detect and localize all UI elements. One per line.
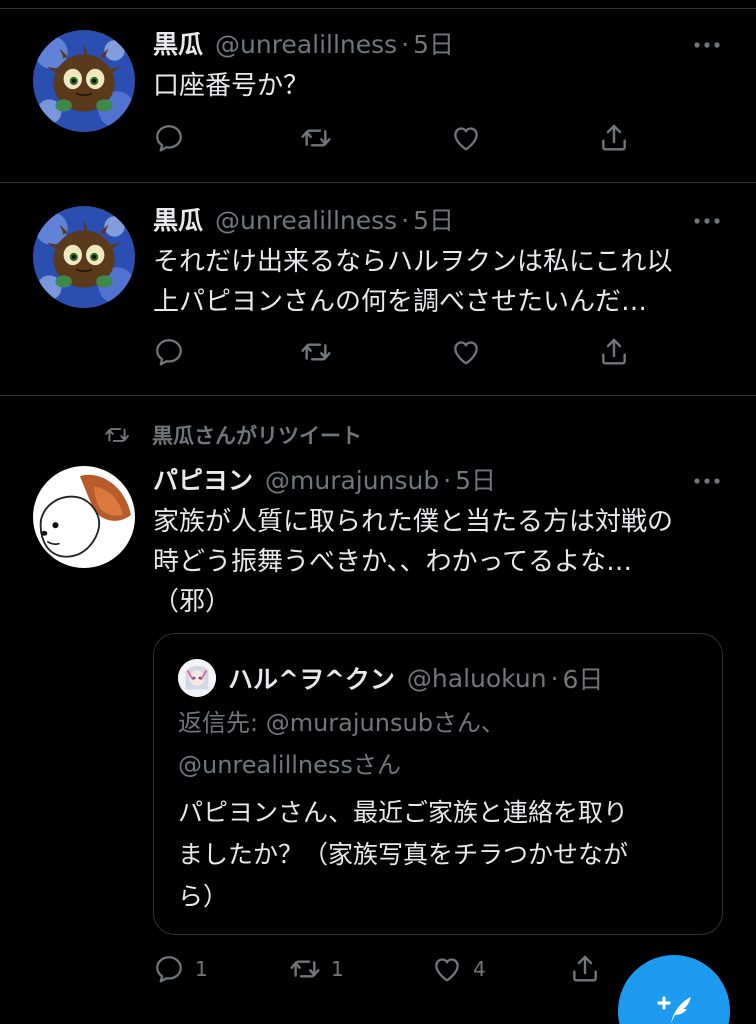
retweet-icon [289, 953, 321, 985]
quoted-text-line: パピヨンさん、最近ご家族と連絡を取り [178, 798, 629, 827]
reply-icon [153, 953, 185, 985]
tweet-text-line: 家族が人質に取られた僕と当たる方は対戦の [153, 507, 674, 537]
reply-to-line: 返信先: @murajunsubさん、 @unrealillnessさん [178, 702, 698, 786]
quoted-tweet[interactable]: ハル^ヲ^クン @haluokun · 6日 返信先: @murajunsubさ… [153, 633, 723, 935]
separator-dot: · [550, 663, 559, 693]
reply-to-suffix: さん [352, 751, 401, 779]
like-button[interactable]: 4 [431, 951, 486, 987]
tweet-text-line: 時どう振舞うべきか、、わかってるよな… [153, 547, 633, 577]
tweet-header: 黒瓜 @unrealillness · 5日 [153, 30, 726, 60]
like-icon [450, 336, 482, 368]
avatar[interactable] [33, 466, 135, 568]
reply-to-suffix: さん、 [432, 709, 505, 737]
display-name[interactable]: パピヨン [153, 466, 253, 496]
tweet-text-line: それだけ出来るならハルヲクンは私にこれ以 [153, 247, 673, 277]
like-icon [431, 953, 463, 985]
retweet-button[interactable] [300, 334, 332, 370]
reply-count: 1 [195, 957, 208, 981]
tweet[interactable]: 黒瓜 @unrealillness · 5日 それだけ出来るならハルヲクンは私に… [0, 182, 756, 395]
tweet[interactable]: 黒瓜 @unrealillness · 5日 口座番号か？ [0, 0, 756, 182]
quoted-timestamp: 6日 [562, 665, 604, 694]
timestamp[interactable]: 5日 [413, 206, 454, 236]
separator-dot: · [401, 206, 410, 235]
quoted-avatar [178, 659, 216, 697]
compose-icon [657, 996, 691, 1023]
share-icon [569, 953, 601, 985]
share-button[interactable] [598, 120, 630, 156]
divider [0, 395, 756, 396]
share-button[interactable] [569, 951, 601, 987]
like-button[interactable] [450, 334, 482, 370]
avatar-image [33, 30, 135, 132]
display-name[interactable]: 黒瓜 [153, 206, 203, 236]
separator-dot: · [443, 466, 452, 495]
retweet-count: 1 [331, 957, 344, 981]
tweet-text-line: （邪） [153, 587, 232, 617]
user-handle[interactable]: @murajunsub [265, 466, 439, 496]
timestamp[interactable]: 5日 [455, 466, 496, 496]
separator-dot: · [401, 30, 410, 59]
tweet-text-line: 上パピヨンさんの何を調べさせたいんだ… [153, 287, 648, 317]
like-icon [450, 122, 482, 154]
retweet-button[interactable] [300, 120, 332, 156]
avatar-image [33, 466, 135, 568]
reply-icon [153, 122, 185, 154]
user-handle[interactable]: @unrealillness [215, 30, 397, 60]
quoted-tweet-header: ハル^ヲ^クン @haluokun · 6日 [178, 659, 698, 697]
retweet-button[interactable]: 1 [289, 951, 344, 987]
tweet-text: 口座番号か？ [153, 71, 310, 101]
retweet-icon [100, 422, 134, 448]
quoted-tweet-text: パピヨンさん、最近ご家族と連絡を取り ましたか？（家族写真をチラつかせなが ら） [178, 792, 698, 918]
more-icon[interactable] [692, 32, 722, 58]
quoted-text-line: ましたか？（家族写真をチラつかせなが [178, 840, 629, 869]
tweet-text: それだけ出来るならハルヲクンは私にこれ以 上パピヨンさんの何を調べさせたいんだ… [153, 242, 726, 322]
retweet-icon [300, 336, 332, 368]
avatar[interactable] [33, 30, 135, 132]
quoted-text-line: ら） [178, 882, 229, 911]
share-icon [598, 336, 630, 368]
display-name[interactable]: 黒瓜 [153, 30, 203, 60]
user-handle[interactable]: @unrealillness [215, 206, 397, 236]
reply-button[interactable] [153, 120, 185, 156]
reply-to-prefix: 返信先: [178, 709, 266, 737]
quoted-user-handle: @haluokun [406, 663, 547, 693]
reply-button[interactable]: 1 [153, 951, 208, 987]
retweet-context[interactable]: 黒瓜さんがリツイート [100, 420, 362, 450]
more-icon[interactable] [692, 208, 722, 234]
share-icon [598, 122, 630, 154]
tweet-header: 黒瓜 @unrealillness · 5日 [153, 206, 726, 236]
mention-link[interactable]: @murajunsub [266, 709, 433, 737]
reply-button[interactable] [153, 334, 185, 370]
reply-icon [153, 336, 185, 368]
timestamp[interactable]: 5日 [413, 30, 454, 60]
retweet-context-label: 黒瓜さんがリツイート [152, 424, 362, 448]
avatar[interactable] [33, 206, 135, 308]
like-button[interactable] [450, 120, 482, 156]
share-button[interactable] [598, 334, 630, 370]
tweet-header: パピヨン @murajunsub · 5日 [153, 466, 726, 496]
quoted-display-name: ハル^ヲ^クン [228, 665, 395, 694]
more-icon[interactable] [692, 468, 722, 494]
retweet-icon [300, 122, 332, 154]
like-count: 4 [473, 957, 486, 981]
avatar-image [33, 206, 135, 308]
tweet-text: 家族が人質に取られた僕と当たる方は対戦の 時どう振舞うべきか、、わかってるよな…… [153, 502, 726, 622]
mention-link[interactable]: @unrealillness [178, 751, 353, 779]
